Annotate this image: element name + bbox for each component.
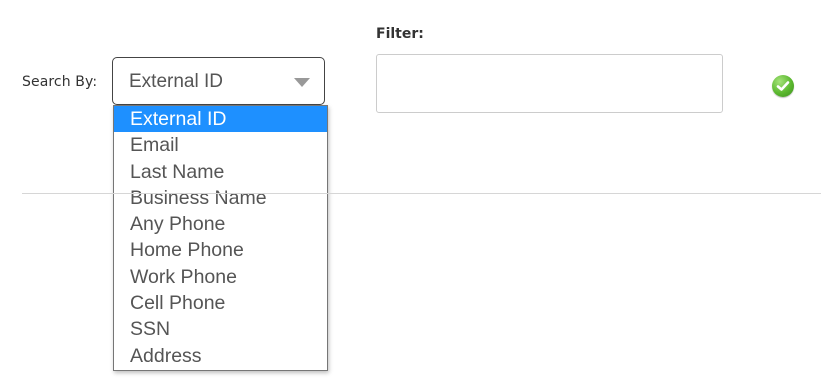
option-last-name[interactable]: Last Name bbox=[114, 159, 327, 185]
filter-input[interactable] bbox=[376, 54, 723, 113]
checkmark-icon bbox=[776, 81, 790, 91]
filter-label: Filter: bbox=[376, 26, 424, 42]
option-ssn[interactable]: SSN bbox=[114, 316, 327, 342]
search-by-label: Search By: bbox=[22, 74, 98, 90]
go-button[interactable] bbox=[772, 75, 794, 97]
option-external-id[interactable]: External ID bbox=[114, 106, 327, 133]
option-email[interactable]: Email bbox=[114, 132, 327, 158]
option-address[interactable]: Address bbox=[114, 343, 327, 369]
option-work-phone[interactable]: Work Phone bbox=[114, 264, 327, 290]
option-home-phone[interactable]: Home Phone bbox=[114, 237, 327, 263]
divider bbox=[22, 193, 821, 194]
option-business-name[interactable]: Business Name bbox=[114, 185, 327, 211]
search-by-selected-value: External ID bbox=[129, 71, 223, 92]
search-by-select[interactable]: External ID bbox=[112, 57, 325, 105]
option-any-phone[interactable]: Any Phone bbox=[114, 211, 327, 237]
chevron-down-icon bbox=[294, 78, 310, 87]
search-by-dropdown-list: External ID Email Last Name Business Nam… bbox=[113, 105, 328, 371]
option-cell-phone[interactable]: Cell Phone bbox=[114, 290, 327, 316]
